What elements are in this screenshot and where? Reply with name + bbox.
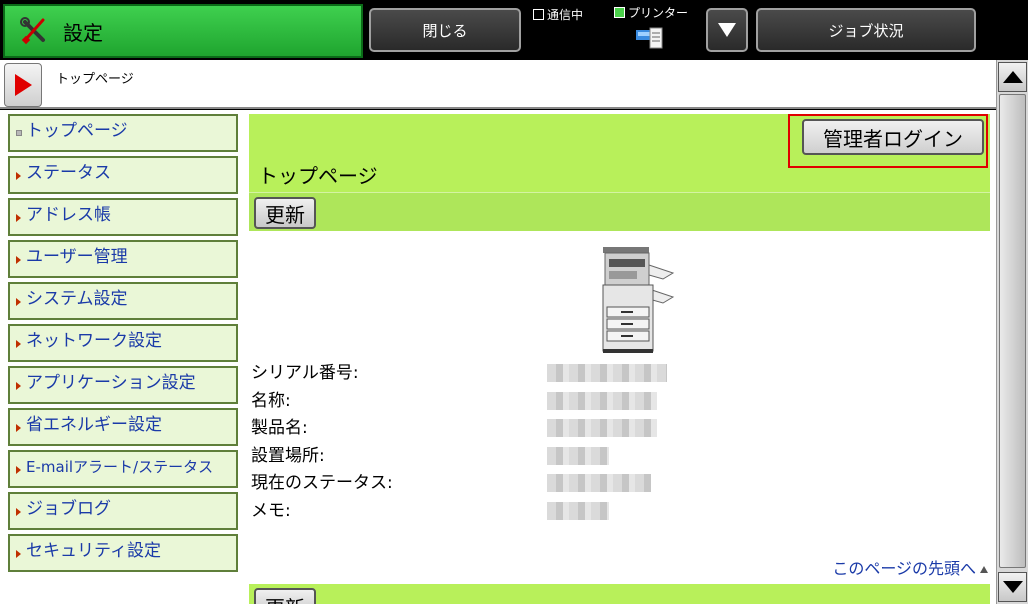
triangle-bullet-icon	[16, 382, 21, 390]
device-status-area: 通信中 プリンター	[530, 2, 705, 58]
page-heading: トップページ	[258, 164, 378, 188]
sidebar-item-label: ネットワーク設定	[26, 331, 162, 351]
triangle-bullet-icon	[16, 424, 21, 432]
sidebar-item-email-alert[interactable]: E-mailアラート/ステータス	[8, 450, 238, 488]
sidebar-item-label: ジョブログ	[26, 499, 111, 519]
scroll-down-button[interactable]	[998, 572, 1027, 602]
top-bar: 設定 閉じる 通信中 プリンター ジョブ状況	[0, 0, 1028, 60]
arrow-down-icon	[1002, 581, 1023, 593]
triangle-bullet-icon	[16, 172, 21, 180]
serial-number-value-redacted	[547, 364, 667, 382]
location-value-redacted	[547, 446, 609, 465]
sidebar-item-status[interactable]: ステータス	[8, 156, 238, 194]
content-area: トップページ ステータス アドレス帳 ユーザー管理 システム設定 ネットワーク設…	[0, 110, 996, 604]
sidebar-item-system-settings[interactable]: システム設定	[8, 282, 238, 320]
printer-indicator-icon	[614, 7, 625, 18]
sidebar-item-top-page[interactable]: トップページ	[8, 114, 238, 152]
printer-status-label: プリンター	[628, 6, 689, 20]
sidebar-item-label: 省エネルギー設定	[26, 415, 162, 435]
device-info-values	[547, 364, 667, 529]
sidebar-item-job-log[interactable]: ジョブログ	[8, 492, 238, 530]
product-name-value-redacted	[547, 419, 657, 437]
sidebar-item-energy-saving[interactable]: 省エネルギー設定	[8, 408, 238, 446]
sidebar-item-application-settings[interactable]: アプリケーション設定	[8, 366, 238, 404]
status-dropdown-button[interactable]	[706, 8, 748, 52]
close-button[interactable]: 閉じる	[369, 8, 521, 52]
scroll-up-button[interactable]	[998, 62, 1027, 92]
breadcrumb: トップページ	[0, 60, 996, 109]
device-info-labels: シリアル番号: 名称: 製品名: 設置場所: 現在のステータス: メモ:	[251, 360, 393, 525]
page-top-link-text: このページの先頭へ	[832, 559, 976, 578]
page-top-link[interactable]: このページの先頭へ	[832, 555, 988, 579]
sidebar-item-address-book[interactable]: アドレス帳	[8, 198, 238, 236]
triangle-bullet-icon	[16, 550, 21, 558]
sidebar-item-label: システム設定	[26, 289, 128, 309]
name-value-redacted	[547, 391, 657, 410]
sidebar-item-label: アドレス帳	[26, 205, 111, 225]
triangle-bullet-icon	[16, 298, 21, 306]
sidebar-item-label: トップページ	[26, 121, 128, 141]
sidebar-item-label: ステータス	[26, 163, 111, 183]
tools-icon	[20, 17, 45, 45]
sidebar: トップページ ステータス アドレス帳 ユーザー管理 システム設定 ネットワーク設…	[8, 114, 240, 576]
chevron-down-icon	[718, 23, 736, 37]
settings-title-block: 設定	[3, 4, 363, 58]
product-name-label: 製品名:	[251, 418, 308, 438]
sidebar-item-security-settings[interactable]: セキュリティ設定	[8, 534, 238, 572]
sidebar-item-network-settings[interactable]: ネットワーク設定	[8, 324, 238, 362]
triangle-bullet-icon	[16, 256, 21, 264]
memo-label: メモ:	[251, 500, 291, 521]
location-label: 設置場所:	[251, 445, 325, 466]
square-bullet-icon	[16, 130, 22, 136]
breadcrumb-text: トップページ	[56, 72, 134, 87]
play-arrow-icon	[14, 74, 32, 96]
triangle-bullet-icon	[16, 214, 21, 222]
job-status-button[interactable]: ジョブ状況	[756, 8, 976, 52]
communication-status-label: 通信中	[547, 8, 584, 22]
sidebar-item-label: E-mailアラート/ステータス	[26, 458, 214, 476]
communication-status: 通信中	[533, 6, 583, 23]
serial-number-label: シリアル番号:	[251, 363, 359, 383]
bottom-refresh-button[interactable]: 更新	[254, 588, 316, 604]
triangle-bullet-icon	[16, 466, 21, 474]
triangle-bullet-icon	[16, 508, 21, 516]
sidebar-item-label: アプリケーション設定	[26, 373, 196, 393]
communication-indicator-icon	[533, 9, 544, 20]
sidebar-item-label: セキュリティ設定	[26, 541, 161, 561]
refresh-toolbar: 更新	[249, 192, 990, 231]
breadcrumb-toggle-button[interactable]	[4, 63, 42, 107]
refresh-button[interactable]: 更新	[254, 197, 316, 229]
printer-image	[602, 247, 675, 353]
current-status-value-redacted	[547, 474, 651, 492]
bottom-toolbar	[249, 584, 990, 604]
admin-login-button[interactable]: 管理者ログイン	[802, 119, 984, 155]
arrow-up-icon	[1002, 71, 1023, 83]
sidebar-item-label: ユーザー管理	[26, 247, 128, 267]
sidebar-item-user-management[interactable]: ユーザー管理	[8, 240, 238, 278]
printer-device-icon	[636, 27, 663, 49]
name-label: 名称:	[251, 390, 291, 411]
scrollbar-thumb[interactable]	[999, 94, 1026, 568]
printer-status: プリンター	[614, 4, 688, 21]
triangle-bullet-icon	[16, 340, 21, 348]
arrow-up-small-icon	[980, 566, 988, 573]
current-status-label: 現在のステータス:	[251, 473, 393, 493]
memo-value-redacted	[547, 501, 609, 520]
main-panel: 管理者ログイン トップページ 更新 シリアル番号: 名称: 製品名: 設置場所:	[249, 114, 990, 604]
page-title: 設定	[63, 20, 103, 45]
